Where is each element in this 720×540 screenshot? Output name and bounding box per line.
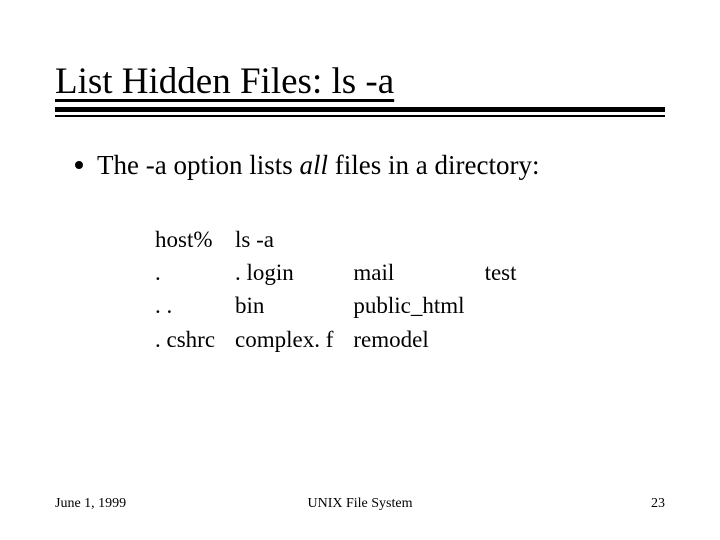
terminal-cell: . . [155,289,235,322]
terminal-cell: public_html [353,289,484,322]
terminal-cell [353,223,484,256]
terminal-row: . cshrc complex. f remodel [155,323,537,356]
terminal-table: host% ls -a . . login mail test . . bin … [155,223,537,356]
terminal-cell: . login [235,256,353,289]
footer-date: June 1, 1999 [55,496,126,512]
bullet-text: The -a option lists all files in a direc… [97,149,539,183]
slide-body: The -a option lists all files in a direc… [55,117,665,356]
terminal-row: . . bin public_html [155,289,537,322]
terminal-cell: . cshrc [155,323,235,356]
bullet-item: The -a option lists all files in a direc… [75,149,665,183]
bullet-option: -a [146,150,167,180]
bullet-mid: option lists [167,150,300,180]
terminal-cell: mail [353,256,484,289]
bullet-prefix: The [97,150,146,180]
bullet-emph: all [300,150,329,180]
slide: List Hidden Files: ls -a The -a option l… [0,0,720,540]
slide-footer: June 1, 1999 UNIX File System 23 [0,496,720,512]
terminal-row: . . login mail test [155,256,537,289]
bullet-suffix: files in a directory: [328,150,539,180]
terminal-row: host% ls -a [155,223,537,256]
footer-title: UNIX File System [308,496,413,512]
terminal-cell [485,223,537,256]
terminal-cell: . [155,256,235,289]
footer-page: 23 [651,496,665,512]
terminal-cell: bin [235,289,353,322]
terminal-cell: remodel [353,323,484,356]
terminal-cell: complex. f [235,323,353,356]
terminal-cell [485,323,537,356]
bullet-dot-icon [75,161,83,169]
slide-title: List Hidden Files: ls -a [55,60,665,103]
rule-thick [55,107,665,112]
terminal-cell [485,289,537,322]
terminal-cell: ls -a [235,223,353,256]
terminal-cell: host% [155,223,235,256]
terminal-cell: test [485,256,537,289]
terminal-output: host% ls -a . . login mail test . . bin … [155,223,665,356]
